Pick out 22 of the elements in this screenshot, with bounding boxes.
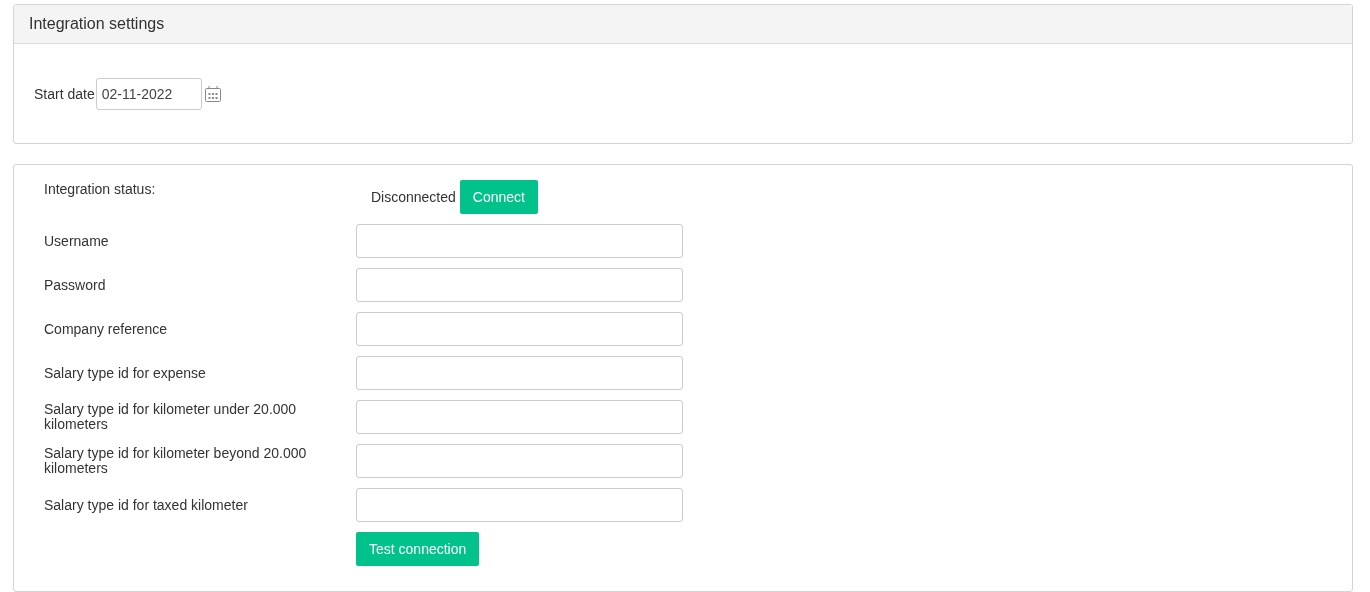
- input-field[interactable]: [356, 400, 683, 434]
- field-label: Salary type id for expense: [44, 365, 207, 381]
- field-label: Salary type id for kilometer under 20.000 kilometers: [44, 402, 298, 432]
- connect-button[interactable]: Connect: [459, 180, 538, 214]
- input-field[interactable]: [356, 356, 683, 390]
- field-label: Username: [44, 233, 110, 249]
- field-label: Start date: [34, 85, 95, 102]
- input-field[interactable]: [356, 312, 683, 346]
- field-label: Integration status:: [44, 180, 157, 197]
- field-label: Salary type id for taxed kilometer: [44, 497, 249, 513]
- field-label: Company reference: [44, 321, 168, 337]
- date-field[interactable]: 02-11-2022: [95, 77, 202, 110]
- test-connection-button[interactable]: Test connection: [356, 532, 480, 566]
- input-field[interactable]: [356, 488, 683, 522]
- calendar-icon[interactable]: [203, 84, 222, 103]
- input-field[interactable]: [356, 444, 683, 478]
- field-label: Salary type id for kilometer beyond 20.000 kilometers: [44, 446, 308, 476]
- panel-title: Integration settings: [29, 15, 165, 33]
- input-field[interactable]: [356, 224, 683, 258]
- input-field[interactable]: [356, 268, 683, 302]
- field-label: Password: [44, 277, 107, 293]
- status-text: Disconnected: [371, 189, 456, 205]
